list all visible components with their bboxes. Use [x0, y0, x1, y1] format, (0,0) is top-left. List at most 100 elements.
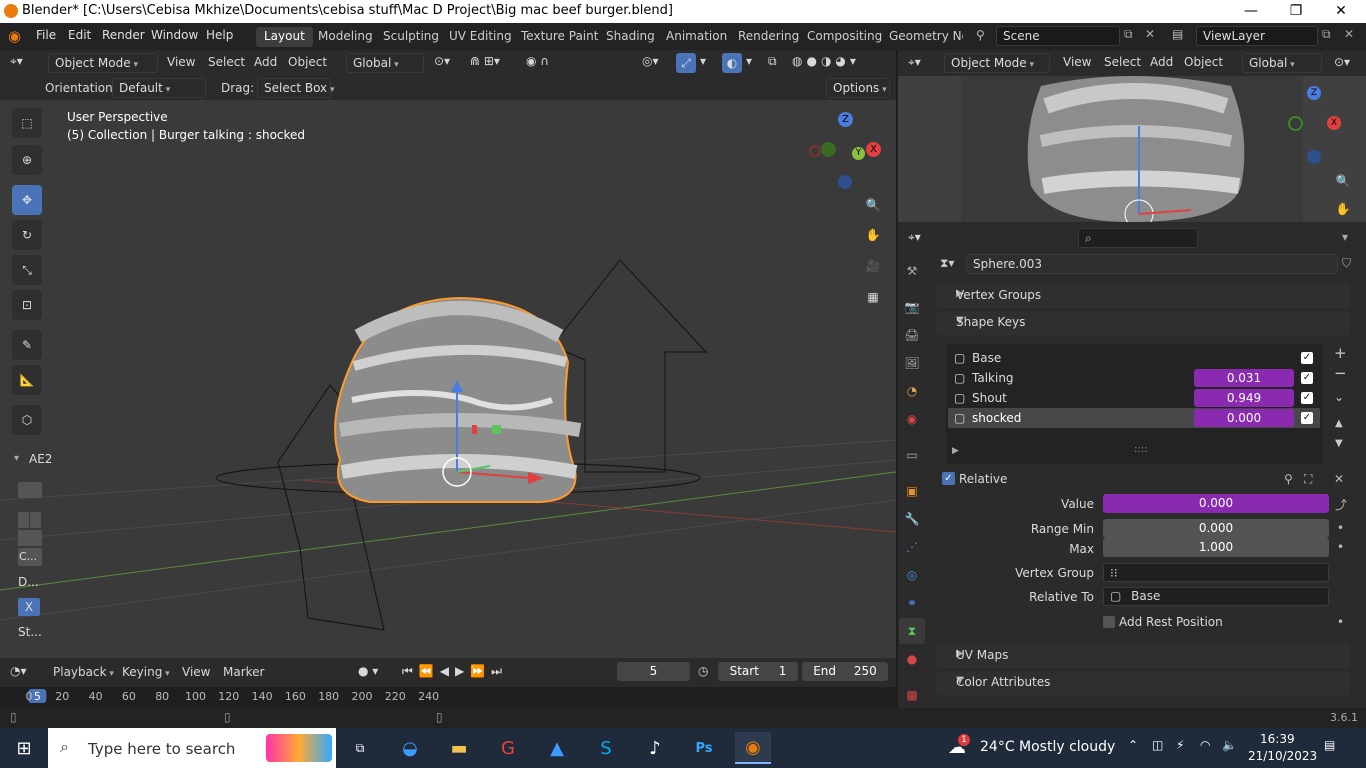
keyframe-dot-icon[interactable]: •: [1337, 540, 1344, 554]
output-tab-icon[interactable]: 🖨: [899, 322, 925, 348]
delete-view-layer-icon[interactable]: ✕: [1344, 27, 1354, 41]
scene-tab-icon[interactable]: ◔: [899, 378, 925, 404]
list-item[interactable]: ▢ Talking 0.031 ✓: [948, 368, 1320, 388]
measure-tool[interactable]: 📐: [12, 365, 42, 395]
playback-menu[interactable]: Playback: [53, 665, 114, 679]
chrome-icon[interactable]: G: [490, 732, 526, 764]
shape-key-value[interactable]: 0.031: [1194, 369, 1294, 387]
tab-compositing[interactable]: Compositing: [799, 27, 890, 47]
properties-editor-type-icon[interactable]: ⌖▾: [908, 230, 921, 245]
range-min-field[interactable]: 0.000: [1103, 519, 1329, 538]
tab-shading[interactable]: Shading: [598, 27, 663, 47]
preview-menu-object[interactable]: Object: [1184, 55, 1223, 69]
preview-menu-select[interactable]: Select: [1104, 55, 1141, 69]
layer-swatch[interactable]: [30, 512, 41, 528]
windows-start-icon[interactable]: ⊞: [6, 732, 42, 764]
shape-key-mute-checkbox[interactable]: ✓: [1301, 392, 1313, 404]
keyframe-dot-icon[interactable]: •: [1337, 521, 1344, 535]
relative-checkbox[interactable]: ✓: [942, 472, 955, 485]
add-cube-tool[interactable]: ⬡: [12, 405, 42, 435]
keyframe-dot-icon[interactable]: •: [1337, 615, 1344, 629]
photoshop-icon[interactable]: Ps: [686, 732, 722, 764]
camera-icon[interactable]: 🎥: [860, 253, 886, 279]
orientation-dropdown[interactable]: Default: [112, 78, 206, 98]
transform-orientation-dropdown[interactable]: Global: [346, 53, 424, 73]
layer-swatch[interactable]: [18, 482, 42, 498]
move-tool[interactable]: ✥: [12, 185, 42, 215]
layer-swatch[interactable]: [18, 512, 29, 528]
new-scene-icon[interactable]: ⧉: [1124, 27, 1133, 42]
preview-viewport[interactable]: ⌖▾ Object Mode View Select Add Object Gl…: [898, 50, 1366, 222]
properties-search[interactable]: ⌕: [1078, 228, 1198, 248]
xray-icon[interactable]: ⧉: [768, 54, 777, 69]
remove-shape-key-button[interactable]: −: [1334, 364, 1347, 382]
collapse-chevron-icon[interactable]: ▾: [14, 453, 19, 464]
close-button[interactable]: ✕: [1318, 0, 1364, 23]
current-frame-field[interactable]: 5: [617, 662, 690, 681]
modifiers-tab-icon[interactable]: 🔧: [899, 506, 925, 532]
viewport-menu-view[interactable]: View: [167, 55, 195, 69]
blender-taskbar-icon[interactable]: ◉: [735, 732, 771, 764]
transform-tool[interactable]: ⊡: [12, 290, 42, 320]
timeline-ruler[interactable]: 0 20 40 60 80 100 120 140 160 180 200 220 240 5: [0, 687, 896, 708]
list-item-selected[interactable]: ▢ shocked 0.000 ✓: [948, 408, 1320, 428]
pin-icon[interactable]: ⚲: [1284, 472, 1293, 486]
timeline[interactable]: ◔▾ Playback Keying View Marker ● ▾ ⏮⏪◀▶⏩…: [0, 658, 896, 708]
properties-options-icon[interactable]: ▾: [1342, 230, 1348, 244]
restore-button[interactable]: ❐: [1273, 0, 1319, 23]
pivot-icon[interactable]: ⊙▾: [434, 54, 450, 68]
shape-keys-panel[interactable]: ▼ Shape Keys: [936, 311, 1350, 335]
blender-menu-icon[interactable]: ◉: [8, 27, 21, 45]
tab-modeling[interactable]: Modeling: [310, 27, 381, 47]
physics-tab-icon[interactable]: ◎: [899, 562, 925, 588]
menu-file[interactable]: File: [36, 28, 56, 42]
3d-viewport[interactable]: ⌖▾ Object Mode View Select Add Object Gl…: [0, 50, 896, 658]
particles-tab-icon[interactable]: ⋰: [899, 534, 925, 560]
tab-uv-editing[interactable]: UV Editing: [441, 27, 520, 47]
scene-selector[interactable]: Scene: [996, 26, 1120, 46]
value-slider[interactable]: 0.000: [1103, 494, 1329, 513]
playback-controls[interactable]: ⏮⏪◀▶⏩⏭: [402, 664, 508, 679]
list-item[interactable]: ▢ Shout 0.949 ✓: [948, 388, 1320, 408]
tool-tab-icon[interactable]: ⚒: [899, 258, 925, 284]
clock-date[interactable]: 21/10/2023: [1248, 749, 1317, 763]
clock-time[interactable]: 16:39: [1260, 732, 1295, 746]
texture-tab-icon[interactable]: ▩: [899, 682, 925, 708]
preview-zoom-icon[interactable]: 🔍: [1330, 168, 1356, 194]
overlays-dropdown-icon[interactable]: ▾: [746, 54, 752, 68]
start-frame-field[interactable]: Start 1: [718, 662, 798, 681]
edge-icon[interactable]: ◒: [392, 732, 428, 764]
menu-edit[interactable]: Edit: [68, 28, 91, 42]
visibility-icon[interactable]: ◎▾: [642, 54, 659, 68]
task-view-icon[interactable]: ⧉: [342, 732, 378, 764]
gizmo-dropdown-icon[interactable]: ▾: [700, 54, 706, 68]
material-tab-icon[interactable]: ●: [899, 646, 925, 672]
preview-orientation-dropdown[interactable]: Global: [1242, 53, 1322, 73]
tab-layout[interactable]: Layout: [256, 27, 313, 47]
preview-menu-add[interactable]: Add: [1150, 55, 1173, 69]
vertex-group-field[interactable]: ⁝⁝: [1103, 563, 1329, 582]
chevron-up-icon[interactable]: ⌃: [1128, 738, 1138, 752]
preview-mode-dropdown[interactable]: Object Mode: [944, 53, 1050, 73]
clock-icon[interactable]: ◷: [698, 664, 708, 678]
gizmo-neg-x-ball[interactable]: [809, 145, 821, 157]
preview-menu-view[interactable]: View: [1063, 55, 1091, 69]
gizmo-x-ball[interactable]: X: [866, 142, 881, 157]
mesh-name-field[interactable]: Sphere.003: [966, 254, 1338, 274]
list-resize-handle[interactable]: ::::: [1134, 444, 1147, 455]
shape-key-mute-checkbox[interactable]: ✓: [1301, 352, 1313, 364]
shading-modes-icon[interactable]: ◍●◑◕▾: [792, 54, 860, 68]
atlas-icon[interactable]: ▲: [539, 732, 575, 764]
select-box-tool[interactable]: ⬚: [12, 108, 42, 138]
view-layer-selector[interactable]: ViewLayer: [1196, 26, 1318, 46]
preview-gizmo-z[interactable]: Z: [1307, 86, 1321, 100]
viewport-menu-object[interactable]: Object: [288, 55, 327, 69]
timeline-editor-type-icon[interactable]: ◔▾: [10, 664, 27, 678]
menu-help[interactable]: Help: [206, 28, 233, 42]
skype-icon[interactable]: S: [588, 732, 624, 764]
tab-sculpting[interactable]: Sculpting: [375, 27, 447, 47]
file-explorer-icon[interactable]: ▬: [441, 732, 477, 764]
add-rest-position-checkbox[interactable]: [1103, 616, 1115, 628]
gizmo-neg-y-ball[interactable]: [821, 142, 836, 157]
preview-pivot-icon[interactable]: ⊙▾: [1334, 55, 1350, 69]
